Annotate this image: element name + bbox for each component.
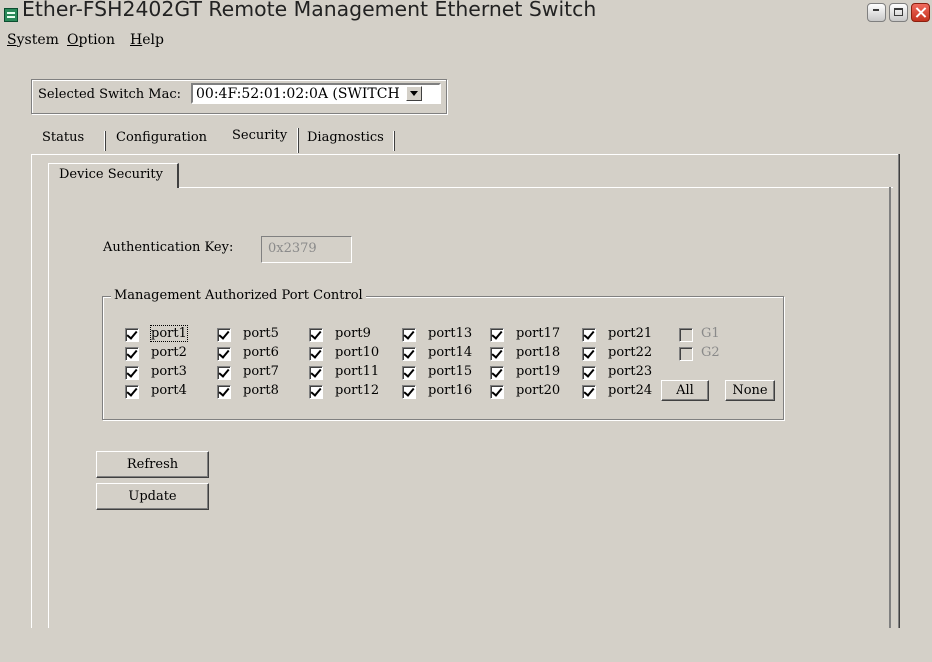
port-checkbox[interactable] bbox=[309, 366, 323, 380]
port-checkbox[interactable] bbox=[490, 366, 504, 380]
tab-divider bbox=[393, 131, 395, 151]
menu-option[interactable]: Option bbox=[67, 32, 115, 48]
port-label: port11 bbox=[335, 364, 380, 379]
port-label: port13 bbox=[428, 326, 473, 341]
switch-mac-value: 00:4F:52:01:02:0A (SWITCH bbox=[196, 86, 400, 102]
port-label: port1 bbox=[150, 325, 188, 342]
auth-key-label: Authentication Key: bbox=[103, 240, 234, 255]
gigabit-port-label: G2 bbox=[701, 345, 720, 360]
port-label: port23 bbox=[608, 364, 653, 379]
port-label: port7 bbox=[243, 364, 279, 379]
switch-selector-label: Selected Switch Mac: bbox=[38, 87, 182, 102]
gigabit-port-checkbox[interactable] bbox=[679, 347, 693, 361]
menu-system[interactable]: System bbox=[7, 32, 59, 48]
port-checkbox[interactable] bbox=[402, 347, 416, 361]
port-checkbox[interactable] bbox=[217, 328, 231, 342]
port-checkbox[interactable] bbox=[125, 385, 139, 399]
port-checkbox[interactable] bbox=[582, 385, 596, 399]
port-checkbox[interactable] bbox=[217, 385, 231, 399]
menu-help[interactable]: Help bbox=[130, 32, 164, 48]
port-label: port22 bbox=[608, 345, 653, 360]
tab-configuration[interactable]: Configuration bbox=[116, 130, 207, 151]
port-checkbox[interactable] bbox=[309, 328, 323, 342]
port-label: port15 bbox=[428, 364, 473, 379]
port-label: port21 bbox=[608, 326, 653, 341]
gigabit-port-label: G1 bbox=[701, 326, 720, 341]
port-checkbox[interactable] bbox=[309, 385, 323, 399]
auth-key-field[interactable]: 0x2379 bbox=[261, 236, 352, 263]
switch-mac-select[interactable]: 00:4F:52:01:02:0A (SWITCH bbox=[191, 83, 441, 104]
port-checkbox[interactable] bbox=[309, 347, 323, 361]
port-checkbox[interactable] bbox=[582, 328, 596, 342]
chevron-down-icon[interactable] bbox=[406, 86, 422, 101]
port-label: port3 bbox=[151, 364, 187, 379]
port-label: port9 bbox=[335, 326, 371, 341]
tab-panel-border bbox=[898, 154, 900, 628]
port-checkbox[interactable] bbox=[490, 385, 504, 399]
port-checkbox[interactable] bbox=[125, 328, 139, 342]
tab-device-security-label: Device Security bbox=[59, 167, 163, 182]
port-checkbox[interactable] bbox=[125, 347, 139, 361]
port-checkbox[interactable] bbox=[582, 347, 596, 361]
select-all-button[interactable]: All bbox=[661, 380, 709, 401]
window-title: Ether-FSH2402GT Remote Management Ethern… bbox=[22, 0, 597, 21]
port-label: port8 bbox=[243, 383, 279, 398]
port-label: port16 bbox=[428, 383, 473, 398]
port-label: port6 bbox=[243, 345, 279, 360]
port-label: port20 bbox=[516, 383, 561, 398]
app-icon bbox=[4, 8, 18, 22]
port-label: port10 bbox=[335, 345, 380, 360]
port-label: port12 bbox=[335, 383, 380, 398]
update-button[interactable]: Update bbox=[96, 483, 209, 510]
port-checkbox[interactable] bbox=[402, 385, 416, 399]
tab-panel-border bbox=[31, 154, 32, 628]
tab-security[interactable]: Security bbox=[232, 128, 287, 149]
port-checkbox[interactable] bbox=[217, 366, 231, 380]
port-label: port14 bbox=[428, 345, 473, 360]
port-checkbox[interactable] bbox=[125, 366, 139, 380]
refresh-button[interactable]: Refresh bbox=[96, 451, 209, 478]
tab-divider bbox=[297, 128, 299, 153]
port-label: port18 bbox=[516, 345, 561, 360]
port-label: port17 bbox=[516, 326, 561, 341]
title-bar: Ether-FSH2402GT Remote Management Ethern… bbox=[0, 0, 932, 28]
tab-diagnostics[interactable]: Diagnostics bbox=[307, 130, 384, 151]
auth-key-value: 0x2379 bbox=[268, 241, 317, 256]
maximize-button[interactable] bbox=[889, 3, 908, 22]
select-none-button[interactable]: None bbox=[725, 380, 775, 401]
tab-status[interactable]: Status bbox=[42, 130, 84, 151]
tab-device-security[interactable]: Device Security bbox=[48, 163, 179, 188]
minimize-button[interactable] bbox=[867, 3, 886, 22]
port-checkbox[interactable] bbox=[582, 366, 596, 380]
port-label: port24 bbox=[608, 383, 653, 398]
close-button[interactable] bbox=[911, 3, 930, 22]
tab-divider bbox=[104, 131, 106, 151]
port-checkbox[interactable] bbox=[490, 347, 504, 361]
port-label: port4 bbox=[151, 383, 187, 398]
port-control-title: Management Authorized Port Control bbox=[111, 288, 366, 303]
port-checkbox[interactable] bbox=[402, 328, 416, 342]
port-label: port2 bbox=[151, 345, 187, 360]
gigabit-port-checkbox[interactable] bbox=[679, 328, 693, 342]
panel-border bbox=[889, 187, 891, 628]
port-checkbox[interactable] bbox=[490, 328, 504, 342]
port-checkbox[interactable] bbox=[217, 347, 231, 361]
port-checkbox[interactable] bbox=[402, 366, 416, 380]
port-label: port5 bbox=[243, 326, 279, 341]
tab-panel-border bbox=[31, 154, 899, 155]
port-label: port19 bbox=[516, 364, 561, 379]
